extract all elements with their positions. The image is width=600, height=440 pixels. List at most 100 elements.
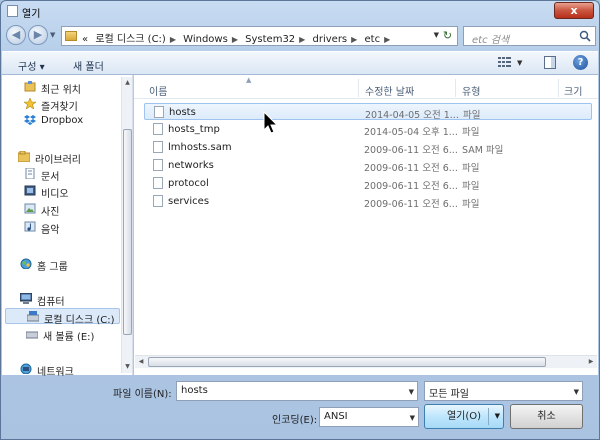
cancel-button-label: 취소: [537, 411, 556, 422]
filename-value: hosts: [181, 385, 208, 396]
breadcrumb-separator-icon[interactable]: ▶: [299, 35, 305, 44]
file-row[interactable]: hosts 2014-04-05 오전 1... 파일: [144, 103, 592, 121]
file-modified: 2009-06-11 오전 6...: [364, 145, 458, 156]
sidebar-item-label: 홈 그룹: [37, 262, 68, 273]
chevron-down-icon[interactable]: ▼: [495, 405, 500, 428]
scroll-thumb[interactable]: [148, 357, 546, 367]
scroll-left-icon[interactable]: ◀: [135, 356, 147, 368]
breadcrumb-item[interactable]: System32: [245, 34, 295, 45]
file-type: 파일: [462, 181, 480, 192]
file-type: 파일: [463, 110, 481, 121]
network-icon: [20, 363, 32, 374]
scroll-right-icon[interactable]: ▶: [585, 356, 597, 368]
horizontal-scrollbar[interactable]: ◀ ▶: [135, 355, 597, 368]
breadcrumb-overflow[interactable]: «: [82, 34, 88, 45]
filename-label: 파일 이름(N):: [113, 389, 172, 400]
file-row[interactable]: networks 2009-06-11 오전 6... 파일: [144, 157, 592, 174]
column-size-header[interactable]: 크기: [564, 83, 582, 98]
breadcrumb-item[interactable]: 로컬 디스크 (C:): [95, 34, 166, 45]
sidebar-item-label: 로컬 디스크 (C:): [44, 315, 115, 326]
chevron-down-icon[interactable]: ▼: [574, 388, 579, 396]
drive-icon: [26, 331, 38, 339]
documents-icon: [25, 168, 35, 179]
open-dialog: 열기 x ◀ ▶ ▼ « 로컬 디스크 (C:) ▶ Windows ▶ Syste…: [0, 0, 600, 440]
file-type: 파일: [462, 127, 480, 138]
recent-places-icon: [24, 81, 36, 92]
sidebar-item-label: 컴퓨터: [37, 297, 65, 308]
computer-icon: [20, 293, 32, 304]
file-icon: [153, 159, 163, 171]
preview-pane-icon[interactable]: [544, 56, 556, 69]
organize-button[interactable]: 구성 ▾: [18, 58, 45, 73]
file-name: protocol: [168, 178, 209, 189]
column-type-header[interactable]: 유형: [462, 83, 480, 98]
file-row[interactable]: services 2009-06-11 오전 6... 파일: [144, 193, 592, 210]
address-dropdown-icon[interactable]: ▼: [434, 31, 439, 39]
file-type: 파일: [462, 163, 480, 174]
scroll-thumb[interactable]: [123, 129, 132, 335]
folder-icon: [65, 31, 77, 41]
refresh-icon[interactable]: ↻: [440, 28, 455, 44]
star-icon: [24, 98, 36, 109]
split-divider: [488, 408, 489, 425]
filename-input[interactable]: hosts ▼: [176, 381, 418, 401]
recent-pages-dropdown[interactable]: ▼: [50, 31, 55, 39]
sidebar-item-label: 최근 위치: [41, 85, 81, 96]
column-divider[interactable]: [358, 79, 359, 97]
file-name: services: [168, 196, 210, 207]
search-input[interactable]: etc 검색: [463, 26, 596, 46]
videos-icon: [24, 185, 36, 196]
encoding-select[interactable]: ANSI ▼: [319, 407, 419, 427]
breadcrumb-item[interactable]: drivers: [313, 34, 348, 45]
file-list: ▲ 이름 수정한 날짜 유형 크기 hosts 2014-04-05 오전 1.…: [134, 75, 598, 375]
new-folder-button[interactable]: 새 폴더: [73, 58, 104, 73]
file-name: lmhosts.sam: [168, 142, 232, 153]
file-row[interactable]: lmhosts.sam 2009-06-11 오전 6... SAM 파일: [144, 139, 592, 156]
help-icon[interactable]: ?: [573, 55, 588, 70]
file-name: hosts: [169, 107, 196, 118]
homegroup-icon: [20, 258, 32, 269]
file-name: networks: [168, 160, 214, 171]
view-options-icon[interactable]: [498, 56, 512, 68]
file-icon: [153, 141, 163, 153]
sidebar-item-label: 라이브러리: [35, 155, 81, 166]
sidebar-item-label: 문서: [41, 172, 60, 183]
breadcrumb-item[interactable]: etc: [365, 34, 381, 45]
search-icon[interactable]: [579, 30, 591, 42]
file-icon: [153, 123, 163, 135]
file-name: hosts_tmp: [168, 124, 220, 135]
file-icon: [154, 106, 164, 118]
column-modified-header[interactable]: 수정한 날짜: [365, 83, 414, 98]
breadcrumb-separator-icon[interactable]: ▶: [170, 35, 176, 44]
file-type-filter[interactable]: 모든 파일 ▼: [424, 381, 583, 401]
close-button[interactable]: x: [554, 2, 594, 19]
file-row[interactable]: hosts_tmp 2014-05-04 오후 1... 파일: [144, 121, 592, 138]
toolbar: 구성 ▾ 새 폴더 ▼ ?: [2, 51, 598, 75]
file-type: SAM 파일: [462, 145, 504, 156]
back-button[interactable]: ◀: [6, 25, 26, 45]
scroll-up-icon[interactable]: ▲: [122, 77, 133, 89]
drive-icon: [27, 311, 39, 322]
file-row[interactable]: protocol 2009-06-11 오전 6... 파일: [144, 175, 592, 192]
scroll-down-icon[interactable]: ▼: [122, 361, 133, 373]
file-modified: 2009-06-11 오전 6...: [364, 181, 458, 192]
breadcrumb-separator-icon[interactable]: ▶: [351, 35, 357, 44]
breadcrumb-separator-icon[interactable]: ▶: [384, 35, 390, 44]
cancel-button[interactable]: 취소: [510, 404, 583, 429]
breadcrumb-separator-icon[interactable]: ▶: [232, 35, 238, 44]
address-bar[interactable]: « 로컬 디스크 (C:) ▶ Windows ▶ System32 ▶ driver…: [61, 26, 458, 46]
view-dropdown-icon[interactable]: ▼: [517, 59, 522, 67]
music-icon: [24, 221, 36, 232]
column-divider[interactable]: [558, 79, 559, 97]
column-name-header[interactable]: 이름: [149, 83, 167, 98]
chevron-down-icon[interactable]: ▼: [409, 388, 414, 396]
column-divider[interactable]: [455, 79, 456, 97]
sidebar-item-local-disk[interactable]: 로컬 디스크 (C:): [5, 308, 120, 326]
file-modified: 2014-05-04 오후 1...: [364, 127, 458, 138]
encoding-label: 인코딩(E):: [272, 415, 318, 426]
navigation-scrollbar[interactable]: ▲ ▼: [121, 77, 132, 373]
breadcrumb-item[interactable]: Windows: [183, 34, 228, 45]
open-button[interactable]: 열기(O) ▼: [424, 404, 504, 429]
forward-button[interactable]: ▶: [28, 25, 48, 45]
chevron-down-icon[interactable]: ▼: [410, 414, 415, 422]
